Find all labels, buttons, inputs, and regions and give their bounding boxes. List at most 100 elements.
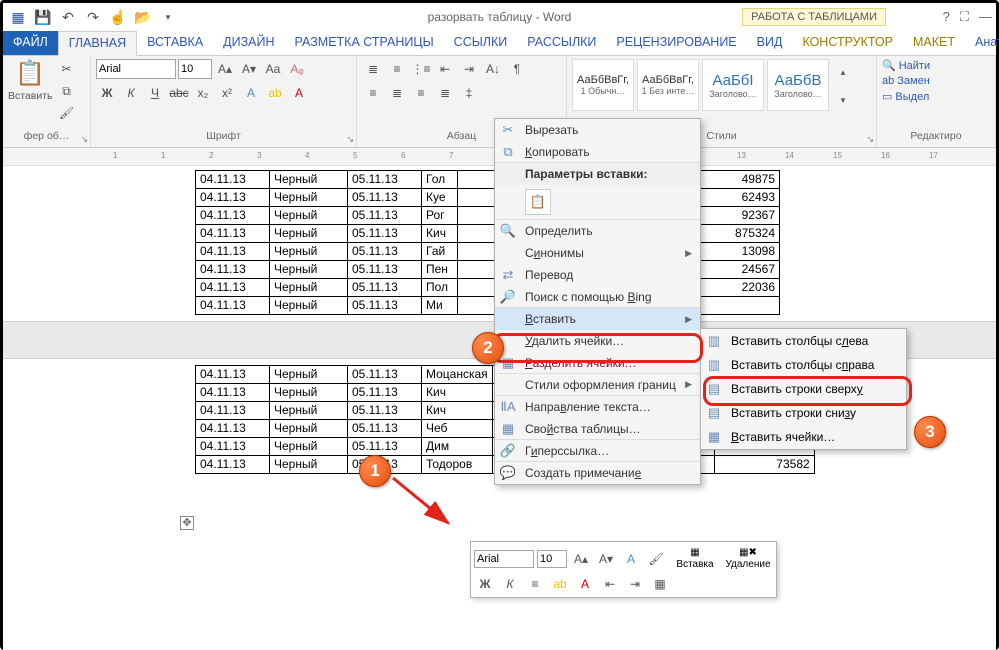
sub-rows-above[interactable]: ▤Вставить строки сверху [701, 377, 906, 401]
highlight-icon[interactable]: ab [264, 83, 286, 103]
ctx-synonyms[interactable]: Синонимы▶ [495, 242, 700, 264]
table-cell[interactable]: Черный [270, 189, 348, 207]
ctx-split[interactable]: ▦Разделить ячейки… [495, 352, 700, 374]
format-painter-icon[interactable]: 🖌 [56, 103, 78, 123]
tab-design[interactable]: ДИЗАЙН [213, 31, 284, 55]
mini-shrink-font-icon[interactable]: A▾ [595, 549, 617, 569]
cut-icon[interactable]: ✂ [56, 59, 78, 79]
mini-fontcolor-icon[interactable]: A [574, 574, 596, 594]
table-cell[interactable]: 05.11.13 [348, 243, 422, 261]
font-launcher-icon[interactable]: ↘ [346, 134, 354, 145]
table-cell[interactable]: 04.11.13 [196, 171, 270, 189]
ctx-define[interactable]: 🔍Определить [495, 220, 700, 242]
tab-references[interactable]: ССЫЛКИ [444, 31, 518, 55]
ctx-borders[interactable]: Стили оформления границ▶ [495, 374, 700, 396]
table-cell[interactable]: 05.11.13 [348, 207, 422, 225]
table-cell[interactable]: 05.11.13 [348, 171, 422, 189]
table-move-handle-icon[interactable]: ✥ [180, 516, 194, 530]
shrink-font-icon[interactable]: A▾ [238, 59, 260, 79]
style-item[interactable]: АаБбВвГг,1 Без инте… [637, 59, 699, 111]
table-cell[interactable]: Черный [270, 171, 348, 189]
table-cell[interactable]: Дим [422, 438, 493, 456]
table-cell[interactable]: Черный [270, 207, 348, 225]
table-cell[interactable]: Рог [422, 207, 458, 225]
table-cell[interactable]: 05.11.13 [348, 189, 422, 207]
ctx-comment[interactable]: 💬Создать примечание [495, 462, 700, 484]
mini-grow-font-icon[interactable]: A▴ [570, 549, 592, 569]
paste-option-icon[interactable]: 📋 [525, 189, 551, 215]
sub-rows-below[interactable]: ▤Вставить строки снизу [701, 401, 906, 425]
table-cell[interactable]: Пол [422, 279, 458, 297]
styles-more-icon[interactable]: ▴ [832, 59, 854, 85]
multilevel-icon[interactable]: ⋮≡ [410, 59, 432, 79]
ctx-copy[interactable]: ⧉Копировать [495, 141, 700, 163]
line-spacing-icon[interactable]: ‡ [458, 83, 480, 103]
table-cell[interactable]: 05.11.13 [348, 402, 422, 420]
sub-cols-left[interactable]: ▥Вставить столбцы слева [701, 329, 906, 353]
font-name-select[interactable] [96, 59, 176, 79]
table-cell[interactable]: Кич [422, 402, 493, 420]
styles-launcher-icon[interactable]: ↘ [866, 134, 874, 145]
tab-view[interactable]: ВИД [747, 31, 793, 55]
table-cell[interactable]: Черный [270, 225, 348, 243]
table-cell[interactable]: Пен [422, 261, 458, 279]
show-marks-icon[interactable]: ¶ [506, 59, 528, 79]
mini-indent-dec-icon[interactable]: ⇤ [599, 574, 621, 594]
table-cell[interactable]: 04.11.13 [196, 243, 270, 261]
table-cell[interactable]: 05.11.13 [348, 366, 422, 384]
table-cell[interactable]: 04.11.13 [196, 297, 270, 315]
ctx-textdir[interactable]: ⅡAНаправление текста… [495, 396, 700, 418]
mini-border-icon[interactable]: ▦ [649, 574, 671, 594]
table-cell[interactable]: Черный [270, 243, 348, 261]
mini-font-select[interactable] [474, 550, 534, 568]
align-left-icon[interactable]: ≡ [362, 83, 384, 103]
find-button[interactable]: 🔍Найти [882, 59, 990, 72]
strike-button[interactable]: abc [168, 83, 190, 103]
tab-constructor[interactable]: КОНСТРУКТОР [792, 31, 903, 55]
tab-home[interactable]: ГЛАВНАЯ [58, 31, 137, 56]
tab-review[interactable]: РЕЦЕНЗИРОВАНИЕ [606, 31, 746, 55]
ctx-props[interactable]: ▦Свойства таблицы… [495, 418, 700, 440]
ctx-insert[interactable]: Вставить▶ [495, 308, 700, 330]
grow-font-icon[interactable]: A▴ [214, 59, 236, 79]
align-right-icon[interactable]: ≡ [410, 83, 432, 103]
table-cell[interactable]: 05.11.13 [348, 438, 422, 456]
font-color-icon[interactable]: A [288, 83, 310, 103]
table-cell[interactable]: Ми [422, 297, 458, 315]
table-cell[interactable]: 04.11.13 [196, 279, 270, 297]
font-size-select[interactable] [178, 59, 212, 79]
mini-painter-icon[interactable]: 🖌 [645, 549, 667, 569]
table-cell[interactable]: Черный [270, 366, 348, 384]
table-cell[interactable]: Черный [270, 279, 348, 297]
table-cell[interactable]: Кич [422, 225, 458, 243]
ctx-delete[interactable]: Удалить ячейки… [495, 330, 700, 352]
table-cell[interactable]: Черный [270, 420, 348, 438]
mini-insert-button[interactable]: ▦Вставка [670, 545, 720, 572]
replace-button[interactable]: abЗамен [882, 75, 990, 87]
tab-mailings[interactable]: РАССЫЛКИ [517, 31, 606, 55]
table-cell[interactable]: 04.11.13 [196, 402, 270, 420]
qat-more-icon[interactable]: ▾ [157, 6, 179, 28]
undo-icon[interactable]: ↶ [57, 6, 79, 28]
open-icon[interactable]: 📂 [132, 6, 154, 28]
text-effect-icon[interactable]: A [240, 83, 262, 103]
align-justify-icon[interactable]: ≣ [434, 83, 456, 103]
tab-layout[interactable]: МАКЕТ [903, 31, 965, 55]
clear-format-icon[interactable]: Aᵩ [286, 59, 308, 79]
align-center-icon[interactable]: ≣ [386, 83, 408, 103]
table-cell[interactable]: 04.11.13 [196, 420, 270, 438]
mini-indent-inc-icon[interactable]: ⇥ [624, 574, 646, 594]
save-icon[interactable]: 💾 [32, 6, 54, 28]
copy-icon[interactable]: ⧉ [56, 81, 78, 101]
sub-cols-right[interactable]: ▥Вставить столбцы справа [701, 353, 906, 377]
minimize-icon[interactable]: — [979, 9, 992, 25]
mini-highlight-icon[interactable]: ab [549, 574, 571, 594]
table-cell[interactable]: Моцанская [422, 366, 493, 384]
table-cell[interactable]: 04.11.13 [196, 438, 270, 456]
table-cell[interactable]: Черный [270, 438, 348, 456]
tab-insert[interactable]: ВСТАВКА [137, 31, 213, 55]
table-cell[interactable]: 05.11.13 [348, 225, 422, 243]
styles-more-icon[interactable]: ▾ [832, 87, 854, 113]
numbering-icon[interactable]: ≡ [386, 59, 408, 79]
indent-dec-icon[interactable]: ⇤ [434, 59, 456, 79]
